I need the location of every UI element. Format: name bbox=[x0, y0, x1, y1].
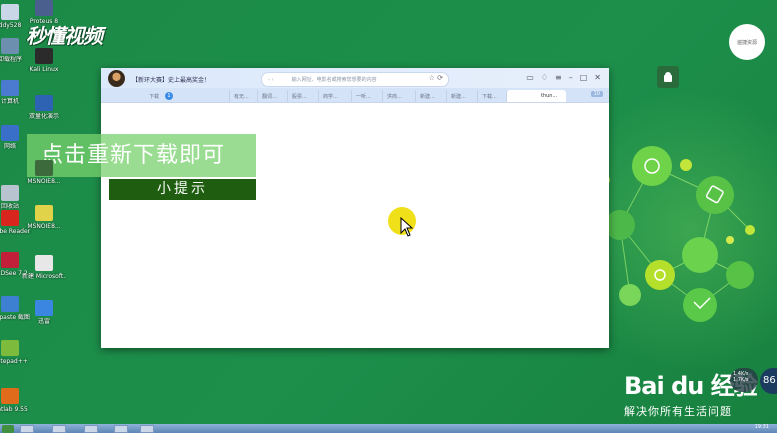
desktop-icon[interactable]: 网络 bbox=[0, 125, 32, 150]
desktop-icon[interactable]: Matlab 9.55 bbox=[0, 388, 32, 413]
desktop-icon[interactable]: 新建 Microsoft... bbox=[22, 255, 66, 280]
desktop-icon[interactable]: MSNOIE8... bbox=[22, 205, 66, 230]
small-tip-banner: 小提示 bbox=[109, 179, 256, 200]
app-icon bbox=[1, 38, 19, 54]
tab[interactable]: 翻词... bbox=[257, 90, 286, 102]
app-icon bbox=[35, 160, 53, 176]
taskbar-item[interactable] bbox=[52, 425, 66, 433]
title-bar: 【新环大赛】史上最高奖金！ ‹ › 输入网址、电影名或搜索您想要的内容 ☆ ⟳ … bbox=[101, 68, 609, 88]
desktop-icon[interactable]: Notepad++ bbox=[0, 340, 32, 365]
maximize-icon[interactable]: □ bbox=[580, 73, 588, 82]
network-speed-widget[interactable]: 1.4K/s 1.7K/s bbox=[730, 368, 758, 392]
desktop-icon-label: Proteus 8 bbox=[29, 18, 59, 25]
tab[interactable]: 下载... bbox=[477, 90, 506, 102]
window-controls: ▭ ♢ ≡ – □ ✕ bbox=[526, 73, 601, 82]
download-badge: 1 bbox=[165, 92, 174, 100]
back-forward-icon[interactable]: ‹ › bbox=[268, 77, 274, 83]
app-icon bbox=[1, 340, 19, 356]
promo-link[interactable]: 【新环大赛】史上最高奖金！ bbox=[132, 75, 210, 84]
taskbar-item[interactable] bbox=[114, 425, 128, 433]
taskbar: 19:31 bbox=[0, 424, 777, 433]
taskbar-item[interactable] bbox=[84, 425, 98, 433]
desktop-icon[interactable]: 双量化演示 bbox=[22, 95, 66, 120]
taskbar-item[interactable] bbox=[20, 425, 34, 433]
desktop-icon-label: 网络 bbox=[3, 143, 16, 150]
browser-window[interactable]: 【新环大赛】史上最高奖金！ ‹ › 输入网址、电影名或搜索您想要的内容 ☆ ⟳ … bbox=[101, 68, 609, 348]
app-icon bbox=[1, 252, 19, 268]
app-icon bbox=[1, 185, 19, 201]
top-right-badge[interactable]: 遍捷资源 bbox=[729, 24, 765, 60]
tab[interactable]: 新建... bbox=[415, 90, 444, 102]
list-icon[interactable]: ≡ bbox=[555, 73, 562, 82]
app-icon bbox=[35, 300, 53, 316]
app-icon bbox=[1, 210, 19, 226]
desktop-icon-label: 迅雷 bbox=[37, 318, 50, 325]
app-icon bbox=[1, 125, 19, 141]
taskbar-item[interactable] bbox=[140, 425, 154, 433]
desktop-icon[interactable]: Kali Linux bbox=[22, 48, 66, 73]
start-button[interactable] bbox=[2, 425, 14, 433]
desktop-icon-label: Kali Linux bbox=[29, 66, 59, 73]
network-graphic bbox=[600, 146, 755, 322]
address-bar[interactable]: ‹ › 输入网址、电影名或搜索您想要的内容 ☆ ⟳ bbox=[261, 72, 449, 87]
desktop-icon-label: MSNOIE8... bbox=[27, 178, 61, 185]
app-icon bbox=[1, 296, 19, 312]
app-icon bbox=[1, 4, 19, 20]
app-icon bbox=[35, 255, 53, 271]
tab[interactable]: 股票... bbox=[287, 90, 316, 102]
desktop-icon[interactable]: Proteus 8 bbox=[22, 0, 66, 25]
taskbar-clock: 19:31 bbox=[754, 424, 769, 430]
tab-active[interactable]: thun... bbox=[506, 90, 566, 102]
android-icon[interactable] bbox=[657, 66, 679, 88]
tab[interactable]: 新建... bbox=[446, 90, 475, 102]
user-avatar[interactable] bbox=[108, 70, 125, 87]
desktop-icon-label: Notepad++ bbox=[0, 358, 28, 365]
tab[interactable]: 有无... bbox=[229, 90, 258, 102]
tab-bar: 下载 1 有无... 翻词... 股票... 商学... 一听... 洪商... … bbox=[101, 88, 609, 103]
minimize-icon[interactable]: – bbox=[569, 73, 573, 82]
desktop-icon-label: Matlab 9.55 bbox=[0, 406, 28, 413]
mouse-cursor-icon bbox=[400, 217, 414, 237]
app-icon bbox=[35, 48, 53, 64]
desktop-icon[interactable]: 迅雷 bbox=[22, 300, 66, 325]
desktop-icon-label: 新建 Microsoft... bbox=[22, 273, 66, 280]
desktop-icon-label: 双量化演示 bbox=[28, 113, 59, 120]
app-icon bbox=[35, 95, 53, 111]
tab[interactable]: 洪商... bbox=[382, 90, 411, 102]
app-icon bbox=[1, 80, 19, 96]
tab-download[interactable]: 下载 1 bbox=[107, 90, 183, 102]
tab[interactable]: 商学... bbox=[318, 90, 347, 102]
skin-icon[interactable]: ♢ bbox=[541, 73, 548, 82]
app-icon bbox=[35, 205, 53, 221]
star-refresh-icon[interactable]: ☆ ⟳ bbox=[429, 74, 443, 82]
tab-count[interactable]: 10 bbox=[590, 91, 603, 97]
desktop-icon[interactable]: MSNOIE8... bbox=[22, 160, 66, 185]
desktop-icon-label: MSNOIE8... bbox=[27, 223, 61, 230]
menu-icon[interactable]: ▭ bbox=[526, 73, 534, 82]
app-icon bbox=[35, 0, 53, 16]
address-placeholder: 输入网址、电影名或搜索您想要的内容 bbox=[291, 77, 377, 83]
app-icon bbox=[1, 388, 19, 404]
tab[interactable]: 一听... bbox=[351, 90, 380, 102]
close-icon[interactable]: ✕ bbox=[594, 73, 601, 82]
